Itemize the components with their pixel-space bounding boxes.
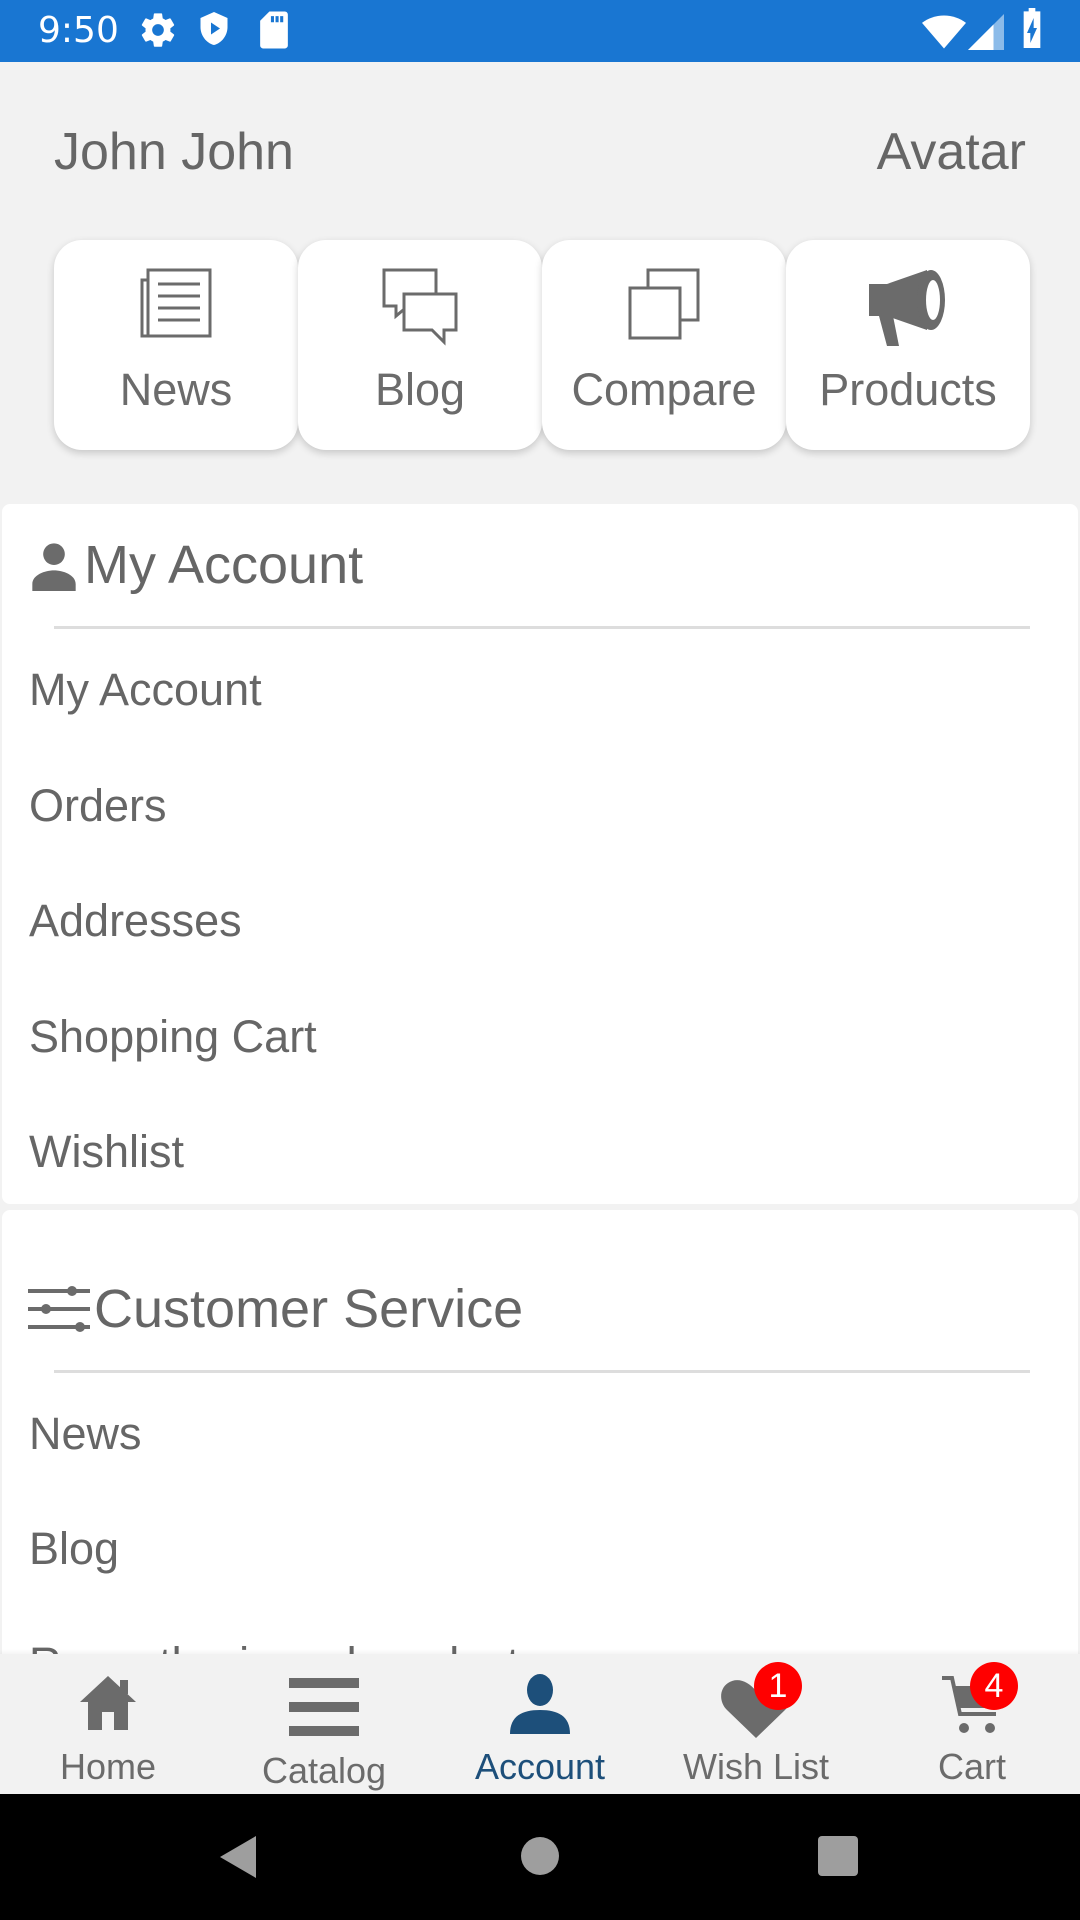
- signal-icon: [968, 14, 1004, 50]
- menu-item-addresses[interactable]: Addresses: [29, 895, 242, 947]
- nav-account[interactable]: Account: [432, 1654, 648, 1794]
- quick-link-products[interactable]: Products: [786, 240, 1030, 450]
- menu-item-wishlist[interactable]: Wishlist: [29, 1126, 184, 1178]
- nav-label: Home: [59, 1746, 157, 1787]
- nav-label: Catalog: [261, 1750, 387, 1791]
- quick-link-compare[interactable]: Compare: [542, 240, 786, 450]
- nav-cart[interactable]: 4 Cart: [864, 1654, 1080, 1794]
- wish-list-badge: 1: [754, 1662, 802, 1710]
- customer-service-header: Customer Service: [28, 1274, 523, 1344]
- cart-badge: 4: [970, 1662, 1018, 1710]
- home-circle-icon[interactable]: [520, 1836, 560, 1876]
- shield-icon: [200, 12, 228, 45]
- bottom-navigation: Home Catalog Account 1 Wish List 4 Cart: [0, 1654, 1080, 1794]
- quick-link-blog[interactable]: Blog: [298, 240, 542, 450]
- nav-wish-list[interactable]: 1 Wish List: [648, 1654, 864, 1794]
- gear-icon: [141, 13, 175, 47]
- megaphone-icon: [869, 270, 945, 346]
- person-icon: [510, 1674, 570, 1734]
- divider: [54, 1370, 1030, 1373]
- my-account-header: My Account: [28, 530, 363, 600]
- my-account-card: My Account My Account Orders Addresses S…: [2, 504, 1078, 1204]
- menu-item-blog[interactable]: Blog: [29, 1523, 119, 1575]
- quick-link-label: Products: [819, 364, 997, 415]
- menu-item-my-account[interactable]: My Account: [29, 664, 262, 716]
- quick-link-label: News: [119, 364, 233, 415]
- sd-card-icon: [260, 11, 288, 49]
- divider: [54, 626, 1030, 629]
- system-navigation-bar: [0, 1794, 1080, 1920]
- status-time: 9:50: [38, 10, 119, 51]
- menu-icon: [289, 1678, 359, 1736]
- nav-home[interactable]: Home: [0, 1654, 216, 1794]
- menu-item-news[interactable]: News: [29, 1408, 142, 1460]
- nav-label: Cart: [937, 1746, 1006, 1787]
- quick-link-label: Blog: [374, 364, 466, 415]
- recents-icon[interactable]: [818, 1836, 858, 1876]
- nav-label: Account: [474, 1746, 606, 1787]
- menu-item-orders[interactable]: Orders: [29, 780, 167, 832]
- nav-catalog[interactable]: Catalog: [216, 1654, 432, 1794]
- back-icon[interactable]: [216, 1834, 260, 1880]
- status-bar: 9:50: [0, 0, 1080, 62]
- customer-service-card: Customer Service News Blog Recently view…: [2, 1210, 1078, 1689]
- user-name: John John: [54, 123, 294, 181]
- section-title: Customer Service: [94, 1279, 524, 1339]
- quick-links: News Blog Compare Products: [54, 240, 1030, 450]
- chat-bubbles-icon: [382, 268, 458, 346]
- person-icon: [32, 543, 76, 591]
- compare-icon: [628, 268, 700, 340]
- sliders-icon: [28, 1286, 90, 1332]
- home-icon: [80, 1676, 136, 1730]
- section-title: My Account: [84, 535, 364, 595]
- avatar[interactable]: Avatar: [877, 122, 1026, 182]
- wifi-icon: [922, 15, 966, 49]
- nav-label: Wish List: [682, 1746, 830, 1787]
- menu-item-shopping-cart[interactable]: Shopping Cart: [29, 1011, 317, 1063]
- battery-charging-icon: [1023, 8, 1041, 48]
- quick-link-label: Compare: [571, 364, 757, 415]
- quick-link-news[interactable]: News: [54, 240, 298, 450]
- newspaper-icon: [140, 268, 212, 338]
